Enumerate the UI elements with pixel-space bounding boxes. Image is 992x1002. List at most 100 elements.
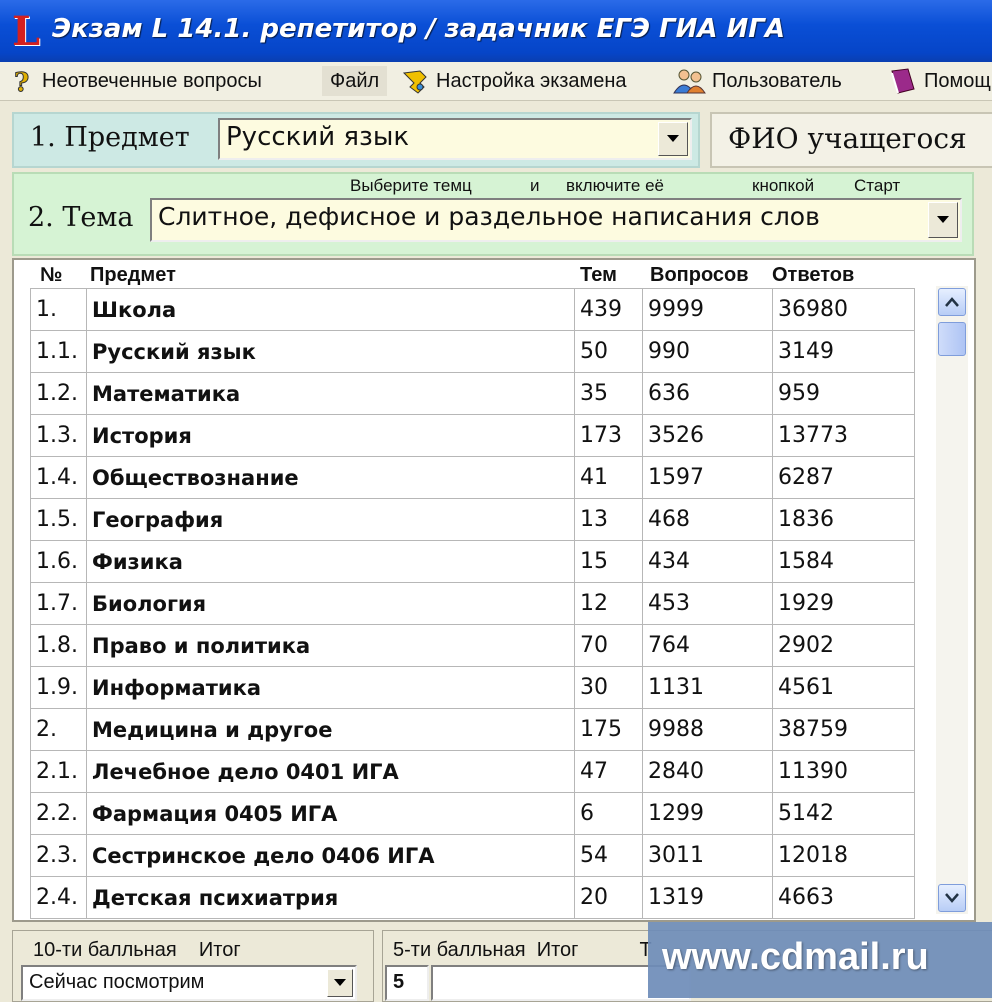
student-name-panel[interactable]: ФИО учащегося <box>710 112 992 168</box>
topic-hint-5: Старт <box>854 176 901 195</box>
column-header-subject: Предмет <box>90 264 176 286</box>
menu-bar: ? Неотвеченные вопросы Файл Настройка эк… <box>0 62 992 101</box>
row-number: 1.8. <box>30 624 87 667</box>
table-row[interactable]: 1.4. Обществознание 41 1597 6287 <box>30 456 915 499</box>
menu-user[interactable]: Пользователь <box>672 66 842 96</box>
row-answers: 1584 <box>772 540 915 583</box>
chevron-down-icon <box>937 216 949 223</box>
table-row[interactable]: 2.3. Сестринское дело 0406 ИГА 54 3011 12018 <box>30 834 915 877</box>
row-questions: 1299 <box>642 792 773 835</box>
row-answers: 4561 <box>772 666 915 709</box>
row-number: 2. <box>30 708 87 751</box>
row-questions: 2840 <box>642 750 773 793</box>
table-row[interactable]: 2.1. Лечебное дело 0401 ИГА 47 2840 11390 <box>30 750 915 793</box>
topic-hint-2: и <box>530 176 540 195</box>
five-point-label: 5-ти балльная Итог Т <box>389 939 656 962</box>
row-topics: 47 <box>574 750 643 793</box>
subject-select[interactable]: Русский язык <box>218 118 692 160</box>
menu-help[interactable]: Помощь <box>886 66 992 96</box>
tools-icon <box>402 70 427 94</box>
subject-dropdown-button[interactable] <box>658 122 688 156</box>
topic-dropdown-button[interactable] <box>928 202 958 238</box>
five-point-value-field[interactable]: 5 <box>385 965 429 1001</box>
row-topics: 439 <box>574 288 643 331</box>
svg-text:?: ? <box>14 68 29 95</box>
row-number: 1.3. <box>30 414 87 457</box>
table-scrollbar[interactable] <box>936 286 968 914</box>
row-topics: 175 <box>574 708 643 751</box>
table-row[interactable]: 1.1. Русский язык 50 990 3149 <box>30 330 915 373</box>
ten-point-dropdown-button[interactable] <box>327 969 353 997</box>
row-questions: 453 <box>642 582 773 625</box>
subject-panel: 1. Предмет Русский язык <box>12 112 700 168</box>
row-questions: 764 <box>642 624 773 667</box>
topic-value: Слитное, дефисное и раздельное написания… <box>158 202 820 231</box>
table-row[interactable]: 1. Школа 439 9999 36980 <box>30 288 915 331</box>
chevron-down-icon <box>667 135 679 142</box>
row-subject: Детская психиатрия <box>86 876 575 919</box>
ten-point-label: 10-ти балльная Итог <box>29 939 245 962</box>
row-answers: 11390 <box>772 750 915 793</box>
row-subject: История <box>86 414 575 457</box>
row-number: 2.3. <box>30 834 87 877</box>
row-questions: 3526 <box>642 414 773 457</box>
row-subject: Фармация 0405 ИГА <box>86 792 575 835</box>
row-subject: Биология <box>86 582 575 625</box>
scroll-up-button[interactable] <box>938 288 966 316</box>
row-topics: 15 <box>574 540 643 583</box>
row-topics: 70 <box>574 624 643 667</box>
student-name-label: ФИО учащегося <box>728 122 967 155</box>
table-row[interactable]: 1.5. География 13 468 1836 <box>30 498 915 541</box>
row-answers: 3149 <box>772 330 915 373</box>
table-row[interactable]: 1.8. Право и политика 70 764 2902 <box>30 624 915 667</box>
question-icon: ? <box>14 68 30 96</box>
row-number: 1.4. <box>30 456 87 499</box>
row-subject: Математика <box>86 372 575 415</box>
topic-hint-3: включите её <box>566 176 664 195</box>
row-number: 1. <box>30 288 87 331</box>
table-row[interactable]: 2.4. Детская психиатрия 20 1319 4663 <box>30 876 915 919</box>
row-topics: 173 <box>574 414 643 457</box>
table-row[interactable]: 1.6. Физика 15 434 1584 <box>30 540 915 583</box>
row-answers: 12018 <box>772 834 915 877</box>
row-topics: 35 <box>574 372 643 415</box>
row-number: 2.4. <box>30 876 87 919</box>
row-topics: 54 <box>574 834 643 877</box>
table-row[interactable]: 1.7. Биология 12 453 1929 <box>30 582 915 625</box>
row-answers: 38759 <box>772 708 915 751</box>
row-topics: 12 <box>574 582 643 625</box>
row-number: 1.9. <box>30 666 87 709</box>
row-answers: 959 <box>772 372 915 415</box>
row-questions: 1131 <box>642 666 773 709</box>
column-header-questions: Вопросов <box>650 264 749 286</box>
topic-select[interactable]: Слитное, дефисное и раздельное написания… <box>150 198 962 242</box>
menu-unanswered[interactable]: ? Неотвеченные вопросы <box>10 66 262 96</box>
table-row[interactable]: 2. Медицина и другое 175 9988 38759 <box>30 708 915 751</box>
menu-exam-settings[interactable]: Настройка экзамена <box>400 66 627 96</box>
scroll-down-button[interactable] <box>938 884 966 912</box>
ten-point-group: 10-ти балльная Итог Сейчас посмотрим <box>12 930 374 1002</box>
row-answers: 4663 <box>772 876 915 919</box>
scroll-thumb[interactable] <box>938 322 966 356</box>
row-subject: Право и политика <box>86 624 575 667</box>
row-subject: Медицина и другое <box>86 708 575 751</box>
row-subject: Лечебное дело 0401 ИГА <box>86 750 575 793</box>
table-row[interactable]: 2.2. Фармация 0405 ИГА 6 1299 5142 <box>30 792 915 835</box>
row-questions: 3011 <box>642 834 773 877</box>
subjects-table-panel: № Предмет Тем Вопросов Ответов 1. Школа 43… <box>12 258 976 922</box>
app-logo: L <box>12 8 41 55</box>
row-subject: Обществознание <box>86 456 575 499</box>
table-row[interactable]: 1.2. Математика 35 636 959 <box>30 372 915 415</box>
row-subject: Школа <box>86 288 575 331</box>
menu-file[interactable]: Файл <box>322 66 388 96</box>
row-questions: 9988 <box>642 708 773 751</box>
table-row[interactable]: 1.3. История 173 3526 13773 <box>30 414 915 457</box>
row-topics: 50 <box>574 330 643 373</box>
row-number: 1.6. <box>30 540 87 583</box>
ten-point-select[interactable]: Сейчас посмотрим <box>21 965 357 1001</box>
title-bar: L Экзам L 14.1. репетитор / задачник ЕГЭ… <box>0 0 992 62</box>
row-number: 1.2. <box>30 372 87 415</box>
table-row[interactable]: 1.9. Информатика 30 1131 4561 <box>30 666 915 709</box>
topic-panel: Выберите темц и включите её кнопкой Стар… <box>12 172 974 256</box>
row-topics: 6 <box>574 792 643 835</box>
